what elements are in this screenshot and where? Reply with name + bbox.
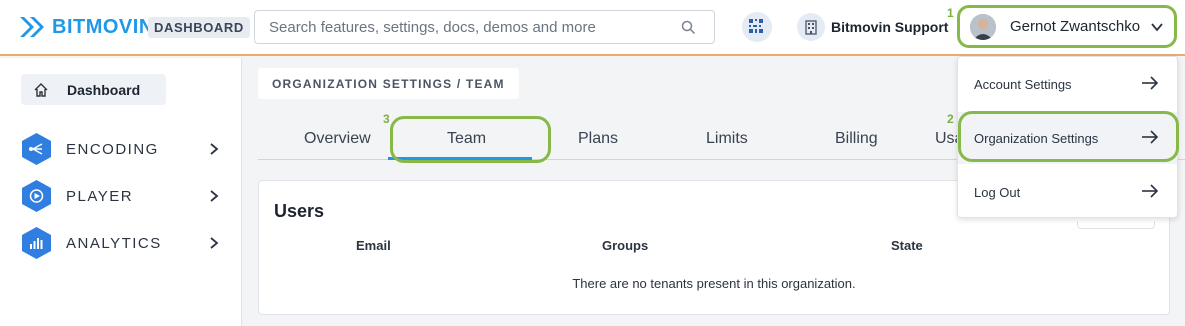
bitmovin-logo-icon <box>18 13 48 41</box>
users-title: Users <box>274 201 325 221</box>
brand-name: BITMOVIN <box>52 15 154 38</box>
organization-name[interactable]: Bitmovin Support <box>831 19 948 35</box>
sidebar-item-label: PLAYER <box>66 187 134 205</box>
sidebar-item-dashboard[interactable]: Dashboard <box>21 74 166 105</box>
add-user-button[interactable] <box>1077 221 1155 229</box>
qr-code-icon[interactable] <box>742 12 772 42</box>
analytics-icon <box>21 226 52 260</box>
top-bar: BITMOVIN DASHBOARD Bitmovin Support 1 <box>0 0 1185 56</box>
search-input[interactable] <box>255 11 655 43</box>
chevron-right-icon <box>209 142 219 161</box>
chevron-right-icon <box>209 189 219 208</box>
chevron-right-icon <box>209 236 219 255</box>
sidebar-item-label: ENCODING <box>66 140 159 158</box>
sidebar-item-player[interactable]: PLAYER <box>21 180 231 212</box>
avatar <box>970 13 996 40</box>
column-header-email[interactable]: Email <box>356 238 391 253</box>
column-header-state[interactable]: State <box>891 238 923 253</box>
search-box[interactable] <box>254 10 715 44</box>
menu-item-label: Log Out <box>974 184 1021 200</box>
tab-overview[interactable]: Overview <box>304 130 371 148</box>
bitmovin-logo[interactable]: BITMOVIN <box>18 13 154 41</box>
tab-plans[interactable]: Plans <box>578 130 618 148</box>
arrow-right-icon <box>1141 76 1159 93</box>
sidebar-item-analytics[interactable]: ANALYTICS <box>21 227 231 259</box>
search-icon[interactable] <box>681 20 696 40</box>
chevron-down-icon <box>1150 20 1164 39</box>
sidebar-item-label: ANALYTICS <box>66 234 162 252</box>
column-header-groups[interactable]: Groups <box>602 238 648 253</box>
organization-icon[interactable] <box>797 13 825 41</box>
menu-item-account-settings[interactable]: Account Settings <box>958 58 1177 110</box>
user-name: Gernot Zwantschko <box>1010 18 1141 35</box>
breadcrumb: ORGANIZATION SETTINGS / TEAM <box>258 68 519 99</box>
user-menu-button[interactable]: Gernot Zwantschko <box>957 5 1177 48</box>
empty-state-message: There are no tenants present in this org… <box>572 276 856 291</box>
menu-item-label: Account Settings <box>974 76 1072 92</box>
player-icon <box>21 179 52 213</box>
dashboard-badge: DASHBOARD <box>148 17 250 38</box>
arrow-right-icon <box>1141 184 1159 201</box>
encoding-icon <box>21 132 52 166</box>
team-tab-highlight <box>390 116 551 163</box>
sidebar-item-label: Dashboard <box>67 81 141 98</box>
step-1-annotation: 1 <box>947 6 954 20</box>
menu-item-log-out[interactable]: Log Out <box>958 166 1177 218</box>
sidebar-item-encoding[interactable]: ENCODING <box>21 133 231 165</box>
step-3-annotation: 3 <box>383 112 390 126</box>
home-icon <box>33 82 49 98</box>
sidebar: Dashboard ENCODING PLAYER ANALYTICS <box>0 58 242 326</box>
organization-settings-highlight <box>958 111 1179 162</box>
tab-limits[interactable]: Limits <box>706 130 748 148</box>
tab-billing[interactable]: Billing <box>835 130 878 148</box>
step-2-annotation: 2 <box>947 112 954 126</box>
